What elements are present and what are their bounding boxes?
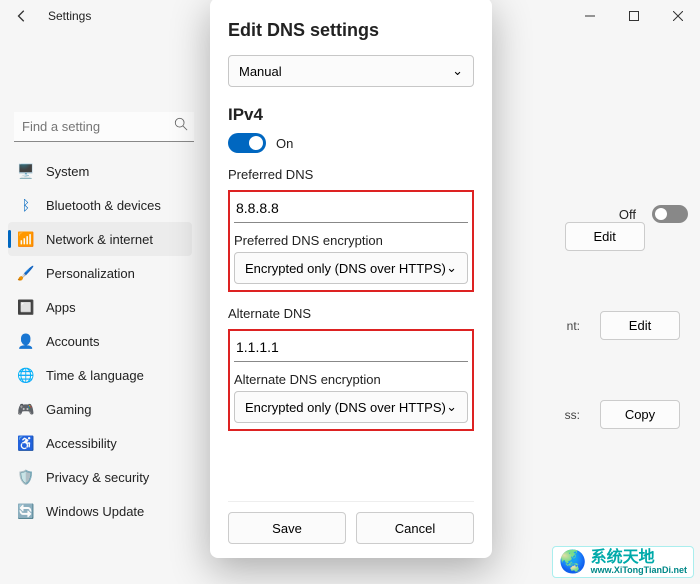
preferred-dns-label: Preferred DNS [228, 167, 474, 182]
watermark: 🌏 系统天地 www.XiTongTianDi.net [552, 546, 694, 578]
chevron-down-icon: ⌄ [446, 399, 457, 415]
ipv4-on-label: On [276, 136, 293, 151]
watermark-url: www.XiTongTianDi.net [591, 566, 687, 575]
alternate-dns-input[interactable] [234, 333, 468, 362]
preferred-encryption-select[interactable]: Encrypted only (DNS over HTTPS) ⌄ [234, 252, 468, 284]
dns-mode-value: Manual [239, 64, 282, 79]
dns-mode-select[interactable]: Manual ⌄ [228, 55, 474, 87]
preferred-encryption-label: Preferred DNS encryption [234, 233, 468, 248]
earth-icon: 🌏 [559, 549, 586, 575]
preferred-dns-highlight: Preferred DNS encryption Encrypted only … [228, 190, 474, 292]
ipv4-toggle[interactable] [228, 133, 266, 153]
alternate-dns-label: Alternate DNS [228, 306, 474, 321]
save-button[interactable]: Save [228, 512, 346, 544]
watermark-text: 系统天地 [591, 550, 687, 566]
alternate-dns-highlight: Alternate DNS encryption Encrypted only … [228, 329, 474, 431]
edit-dns-dialog: Edit DNS settings Manual ⌄ IPv4 On Prefe… [210, 0, 492, 558]
preferred-dns-input[interactable] [234, 194, 468, 223]
chevron-down-icon: ⌄ [446, 260, 457, 276]
alternate-encryption-value: Encrypted only (DNS over HTTPS) [245, 400, 446, 415]
cancel-button[interactable]: Cancel [356, 512, 474, 544]
dialog-title: Edit DNS settings [228, 20, 474, 41]
ipv4-heading: IPv4 [228, 105, 474, 125]
alternate-encryption-select[interactable]: Encrypted only (DNS over HTTPS) ⌄ [234, 391, 468, 423]
dialog-footer: Save Cancel [228, 501, 474, 558]
chevron-down-icon: ⌄ [452, 63, 463, 79]
preferred-encryption-value: Encrypted only (DNS over HTTPS) [245, 261, 446, 276]
modal-overlay: Edit DNS settings Manual ⌄ IPv4 On Prefe… [0, 0, 700, 584]
alternate-encryption-label: Alternate DNS encryption [234, 372, 468, 387]
